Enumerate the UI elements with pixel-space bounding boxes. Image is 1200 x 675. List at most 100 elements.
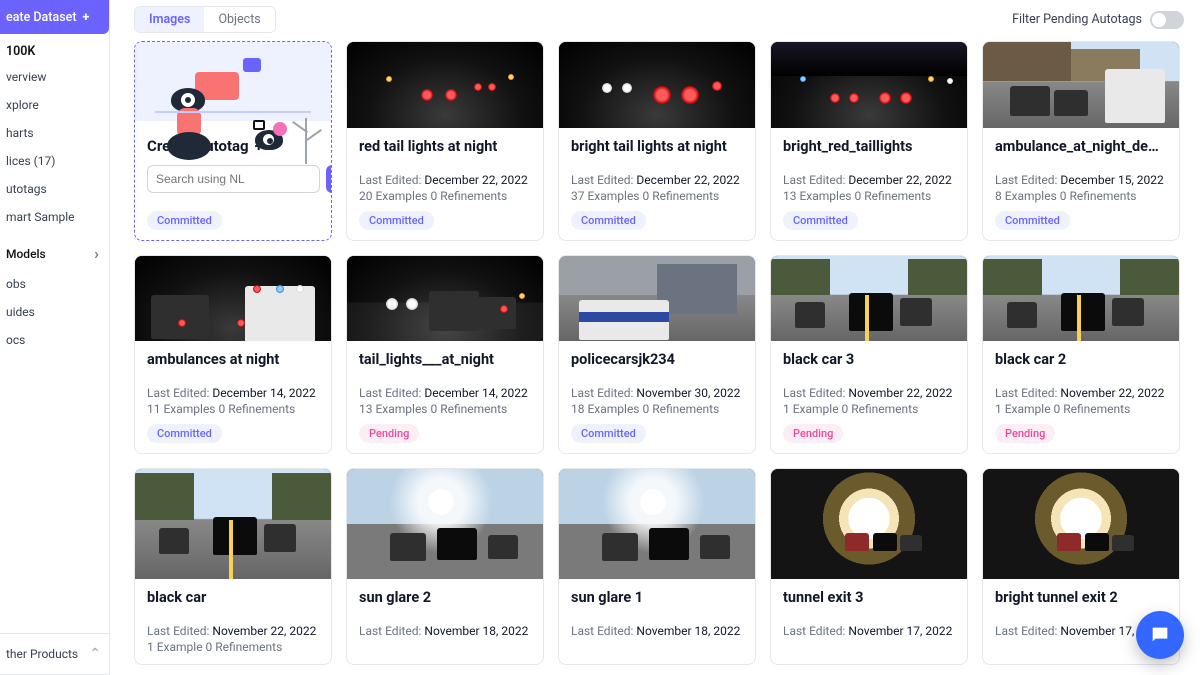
sidebar-item[interactable]: utotags — [0, 175, 109, 203]
tab-images[interactable]: Images — [135, 7, 204, 32]
help-chat-button[interactable] — [1136, 611, 1184, 659]
autotag-last-edited: Last Edited: November 22, 2022 — [783, 386, 955, 400]
autotag-last-edited: Last Edited: December 14, 2022 — [359, 386, 531, 400]
filter-pending-label: Filter Pending Autotags — [1012, 12, 1142, 27]
autotag-card[interactable]: black car Last Edited: November 22, 2022 1… — [134, 468, 332, 665]
status-badge: Committed — [571, 424, 646, 443]
sidebar-item[interactable]: harts — [0, 119, 109, 147]
chevron-right-icon — [94, 244, 99, 263]
autotag-card[interactable]: tail_lights___at_night Last Edited: Decem… — [346, 255, 544, 455]
sidebar-item-label: mart Sample — [6, 210, 75, 224]
sidebar-item-label: lices (17) — [6, 154, 55, 168]
autotag-title: ambulances at night — [147, 351, 319, 368]
dataset-name-header: 100K — [0, 34, 109, 63]
sidebar-item-label: Models — [6, 247, 46, 261]
create-autotag-card: Create Autotag + Search Committed — [134, 41, 332, 241]
sidebar-item-label: utotags — [6, 182, 47, 196]
sidebar-item[interactable]: verview — [0, 63, 109, 91]
autotag-last-edited: Last Edited: November 17, 2022 — [783, 624, 955, 638]
main: Images Objects Filter Pending Autotags — [110, 0, 1200, 675]
status-badge: Committed — [995, 211, 1070, 230]
autotag-title: policecarsjk234 — [571, 351, 743, 368]
autotag-card[interactable]: sun glare 2 Last Edited: November 18, 202… — [346, 468, 544, 665]
nl-search-button[interactable]: Search — [326, 165, 332, 193]
autotag-last-edited: Last Edited: December 22, 2022 — [359, 173, 531, 187]
sidebar-item[interactable]: obs — [0, 270, 109, 298]
status-badge: Committed — [783, 211, 858, 230]
autotag-last-edited: Last Edited: December 14, 2022 — [147, 386, 319, 400]
status-badge: Committed — [147, 424, 222, 443]
autotag-card[interactable]: red tail lights at night Last Edited: Dec… — [346, 41, 544, 241]
autotag-title: red tail lights at night — [359, 138, 531, 155]
plus-icon: + — [83, 10, 90, 25]
autotag-last-edited: Last Edited: December 22, 2022 — [783, 173, 955, 187]
sidebar-item-label: xplore — [6, 98, 39, 112]
sidebar-item[interactable]: mart Sample — [0, 203, 109, 231]
create-dataset-label: eate Dataset — [6, 10, 77, 25]
autotag-last-edited: Last Edited: December 22, 2022 — [571, 173, 743, 187]
tab-objects[interactable]: Objects — [204, 7, 274, 32]
autotag-counts: 13 Examples 0 Refinements — [359, 402, 531, 416]
autotag-card[interactable]: black car 2 Last Edited: November 22, 202… — [982, 255, 1180, 455]
autotag-card[interactable]: ambulances at night Last Edited: December… — [134, 255, 332, 455]
autotag-card[interactable]: bright_red_taillights Last Edited: Decemb… — [770, 41, 968, 241]
autotag-title: black car — [147, 589, 319, 606]
autotag-last-edited: Last Edited: November 22, 2022 — [147, 624, 319, 638]
autotag-counts: 18 Examples 0 Refinements — [571, 402, 743, 416]
status-badge: Committed — [359, 211, 434, 230]
sidebar-item-label: ocs — [6, 333, 25, 347]
autotag-last-edited: Last Edited: November 18, 2022 — [571, 624, 743, 638]
autotag-card[interactable]: tunnel exit 3 Last Edited: November 17, 2… — [770, 468, 968, 665]
autotag-counts: 37 Examples 0 Refinements — [571, 189, 743, 203]
autotag-counts: 1 Example 0 Refinements — [147, 640, 319, 654]
autotag-title: black car 3 — [783, 351, 955, 368]
chevron-up-icon — [89, 646, 101, 662]
autotag-card[interactable]: policecarsjk234 Last Edited: November 30,… — [558, 255, 756, 455]
autotag-counts: 13 Examples 0 Refinements — [783, 189, 955, 203]
sidebar-item[interactable]: lices (17) — [0, 147, 109, 175]
create-autotag-illustration — [135, 42, 331, 121]
sidebar-item[interactable]: xplore — [0, 91, 109, 119]
topbar: Images Objects Filter Pending Autotags — [134, 0, 1184, 41]
sidebar-item[interactable]: ocs — [0, 326, 109, 354]
sidebar-item-label: obs — [6, 277, 26, 291]
autotag-title: ambulance_at_night_demo_5 — [995, 138, 1167, 155]
autotag-title: sun glare 1 — [571, 589, 743, 606]
autotag-title: black car 2 — [995, 351, 1167, 368]
sidebar-item-models[interactable]: Models — [0, 237, 109, 270]
autotag-card[interactable]: black car 3 Last Edited: November 22, 202… — [770, 255, 968, 455]
chat-icon — [1149, 624, 1171, 646]
sidebar-item-label: uides — [6, 305, 35, 319]
autotag-title: sun glare 2 — [359, 589, 531, 606]
other-products-button[interactable]: ther Products — [0, 633, 109, 674]
autotag-last-edited: Last Edited: November 18, 2022 — [359, 624, 531, 638]
status-badge: Pending — [995, 424, 1055, 443]
autotag-counts: 1 Example 0 Refinements — [783, 402, 955, 416]
autotag-title: tail_lights___at_night — [359, 351, 531, 368]
filter-pending-toggle[interactable] — [1150, 11, 1184, 29]
autotag-counts: 11 Examples 0 Refinements — [147, 402, 319, 416]
sidebar-item-label: verview — [6, 70, 46, 84]
autotag-card[interactable]: sun glare 1 Last Edited: November 18, 202… — [558, 468, 756, 665]
autotag-title: tunnel exit 3 — [783, 589, 955, 606]
autotag-title: bright tunnel exit 2 — [995, 589, 1167, 606]
autotag-last-edited: Last Edited: December 15, 2022 — [995, 173, 1167, 187]
status-badge: Committed — [571, 211, 646, 230]
autotag-card[interactable]: bright tail lights at night Last Edited: … — [558, 41, 756, 241]
autotag-title: bright_red_taillights — [783, 138, 955, 155]
create-dataset-button[interactable]: eate Dataset + — [0, 0, 109, 34]
status-badge: Committed — [147, 211, 222, 230]
autotag-counts: 1 Example 0 Refinements — [995, 402, 1167, 416]
autotag-counts: 20 Examples 0 Refinements — [359, 189, 531, 203]
filter-pending-autotags: Filter Pending Autotags — [1012, 11, 1184, 29]
nl-search-input[interactable] — [147, 165, 320, 193]
autotag-last-edited: Last Edited: November 22, 2022 — [995, 386, 1167, 400]
autotag-card[interactable]: ambulance_at_night_demo_5 Last Edited: De… — [982, 41, 1180, 241]
sidebar: eate Dataset + 100K verview xplore harts li… — [0, 0, 110, 675]
sidebar-item-label: harts — [6, 126, 34, 140]
autotag-last-edited: Last Edited: November 30, 2022 — [571, 386, 743, 400]
status-badge: Pending — [359, 424, 419, 443]
autotag-title: bright tail lights at night — [571, 138, 743, 155]
sidebar-item[interactable]: uides — [0, 298, 109, 326]
autotag-counts: 8 Examples 0 Refinements — [995, 189, 1167, 203]
